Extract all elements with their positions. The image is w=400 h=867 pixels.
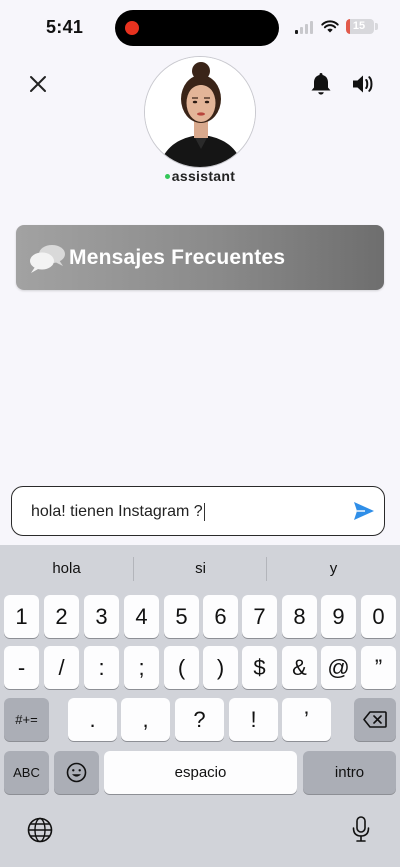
key[interactable]: ;	[124, 646, 159, 689]
key[interactable]: 7	[242, 595, 277, 638]
message-input-text[interactable]: hola! tienen Instagram ?	[31, 503, 205, 521]
cellular-signal-icon	[295, 20, 315, 34]
text-caret	[203, 503, 205, 521]
key[interactable]: 2	[44, 595, 79, 638]
status-time: 5:41	[46, 17, 84, 37]
speaker-icon[interactable]	[350, 71, 376, 97]
backspace-key[interactable]	[354, 698, 396, 741]
suggestion-2[interactable]: si	[134, 545, 267, 593]
key[interactable]: &	[282, 646, 317, 689]
key[interactable]: ”	[361, 646, 396, 689]
key[interactable]: @	[321, 646, 356, 689]
key[interactable]: .	[68, 698, 117, 741]
battery-level: 15	[352, 20, 366, 32]
battery-tip	[375, 23, 378, 30]
suggestion-1[interactable]: hola	[0, 545, 133, 593]
return-key[interactable]: intro	[303, 751, 396, 794]
wifi-icon	[321, 20, 339, 33]
frequent-messages-button[interactable]: Mensajes Frecuentes	[16, 225, 384, 290]
close-button[interactable]	[26, 72, 50, 96]
chat-bubbles-icon	[30, 245, 65, 273]
key[interactable]: :	[84, 646, 119, 689]
backspace-icon	[363, 711, 387, 728]
abc-key[interactable]: ABC	[4, 751, 49, 794]
bell-icon[interactable]	[309, 71, 333, 97]
send-button[interactable]	[353, 501, 375, 521]
globe-icon[interactable]	[26, 816, 54, 844]
online-status-icon	[164, 173, 170, 179]
key[interactable]: 5	[164, 595, 199, 638]
key[interactable]: 8	[282, 595, 317, 638]
emoji-key[interactable]	[54, 751, 99, 794]
assistant-name-row: assistant	[0, 168, 400, 184]
key[interactable]: 3	[84, 595, 119, 638]
key[interactable]: !	[229, 698, 278, 741]
key[interactable]: 9	[321, 595, 356, 638]
message-input-value: hola! tienen Instagram ?	[31, 503, 203, 521]
key[interactable]: 0	[361, 595, 396, 638]
key[interactable]: 1	[4, 595, 39, 638]
suggestion-3[interactable]: y	[267, 545, 400, 593]
key[interactable]: 4	[124, 595, 159, 638]
key[interactable]: (	[164, 646, 199, 689]
key[interactable]: 6	[203, 595, 238, 638]
assistant-avatar	[144, 56, 256, 168]
key[interactable]: ,	[121, 698, 170, 741]
recording-indicator-icon	[125, 21, 139, 35]
key[interactable]: /	[44, 646, 79, 689]
frequent-messages-label: Mensajes Frecuentes	[69, 246, 286, 269]
key[interactable]: ’	[282, 698, 331, 741]
key[interactable]: )	[203, 646, 238, 689]
assistant-name: assistant	[171, 168, 236, 184]
status-bar: 5:41 15	[0, 0, 400, 56]
microphone-icon[interactable]	[347, 815, 375, 843]
dynamic-island	[115, 10, 279, 46]
message-input[interactable]: hola! tienen Instagram ?	[11, 486, 385, 536]
battery-icon: 15	[346, 19, 374, 34]
space-key[interactable]: espacio	[104, 751, 297, 794]
emoji-icon	[66, 762, 87, 783]
symbols-key[interactable]: #+=	[4, 698, 49, 741]
keyboard: hola si y 1 2 3 4 5 6 7 8 9 0 - / : ; ( …	[0, 545, 400, 867]
key[interactable]: ?	[175, 698, 224, 741]
key[interactable]: -	[4, 646, 39, 689]
key[interactable]: $	[242, 646, 277, 689]
